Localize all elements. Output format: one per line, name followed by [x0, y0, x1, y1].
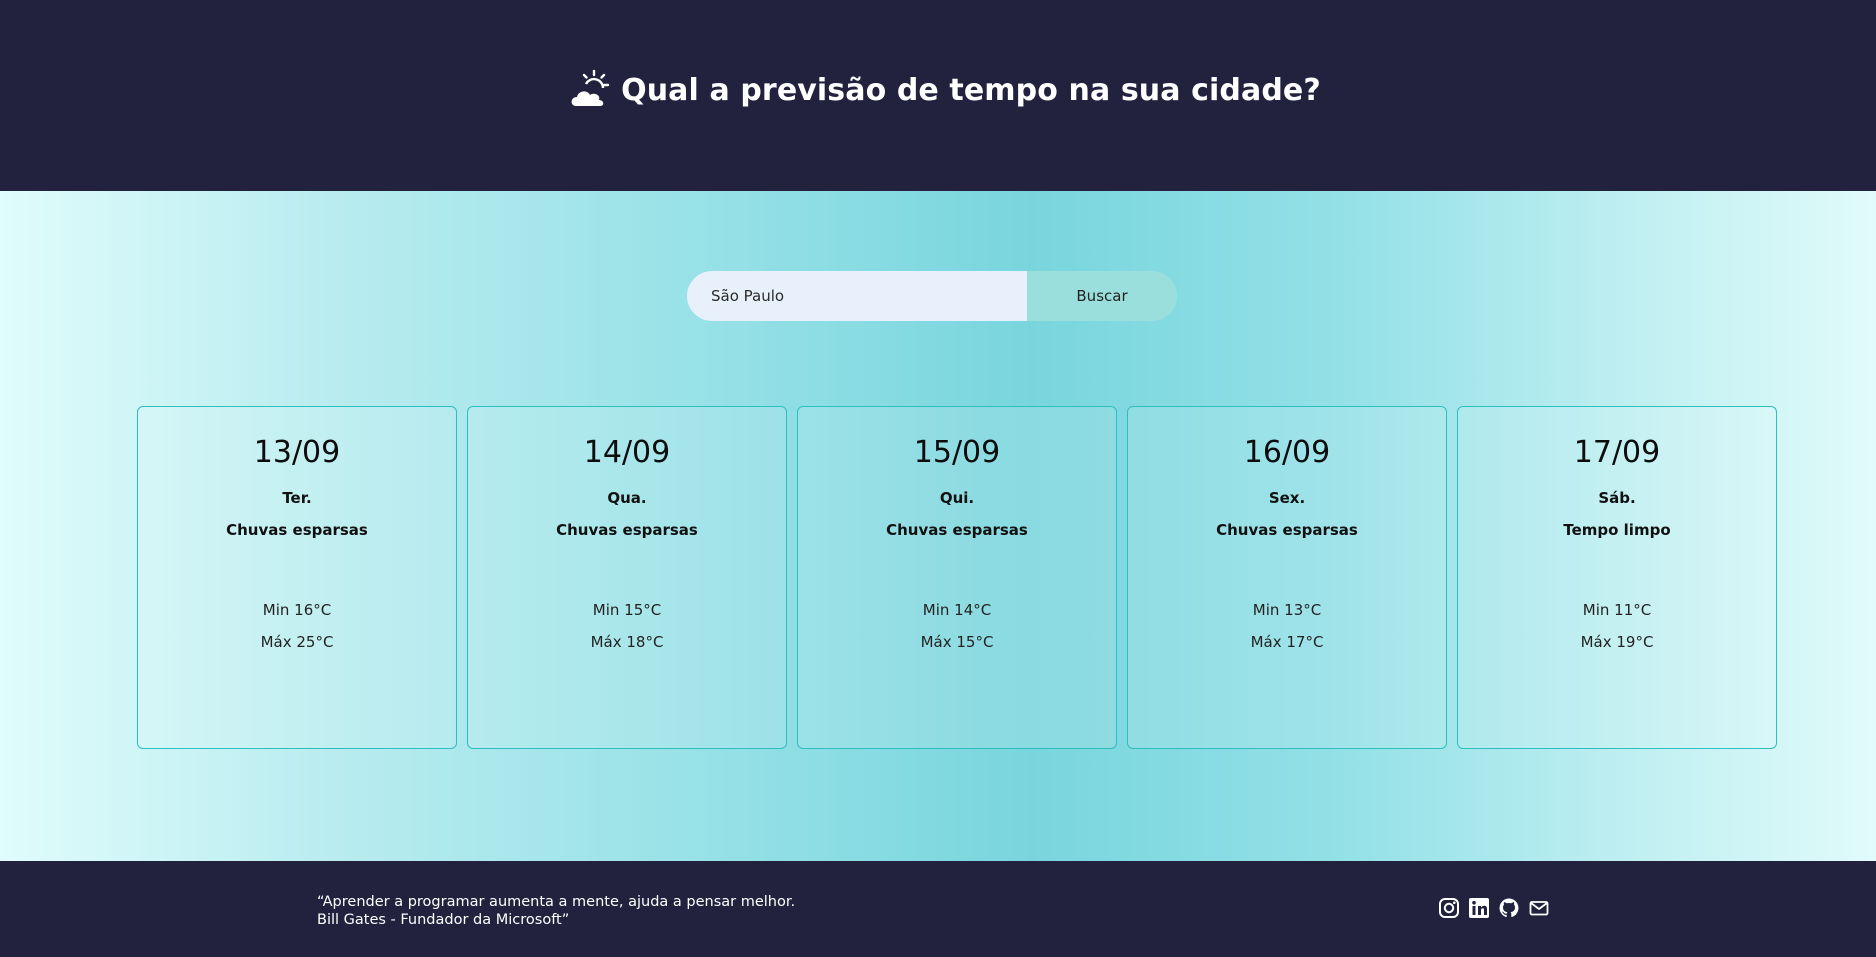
forecast-max-temp: Máx 15°C [920, 633, 994, 651]
forecast-max-temp: Máx 19°C [1580, 633, 1654, 651]
footer: “Aprender a programar aumenta a mente, a… [0, 861, 1876, 957]
forecast-min-temp: Min 11°C [1582, 601, 1652, 619]
forecast-max-temp: Máx 18°C [590, 633, 664, 651]
forecast-min-temp: Min 14°C [922, 601, 992, 619]
social-links [1438, 897, 1550, 919]
search-button[interactable]: Buscar [1027, 271, 1177, 321]
forecast-min-temp: Min 13°C [1252, 601, 1322, 619]
forecast-weekday: Ter. [282, 489, 312, 507]
forecast-date: 16/09 [1243, 435, 1331, 470]
search-bar: Buscar [687, 271, 1177, 321]
forecast-max-temp: Máx 25°C [260, 633, 334, 651]
footer-quote: “Aprender a programar aumenta a mente, a… [317, 893, 795, 929]
partly-cloudy-sun-icon [567, 68, 611, 112]
forecast-date: 14/09 [583, 435, 671, 470]
linkedin-icon[interactable] [1468, 897, 1490, 919]
quote-author: Bill Gates - Fundador da Microsoft” [317, 912, 570, 928]
forecast-card: 15/09 Qui. Chuvas esparsas Min 14°C Máx … [797, 406, 1117, 749]
forecast-card: 16/09 Sex. Chuvas esparsas Min 13°C Máx … [1127, 406, 1447, 749]
forecast-max-temp: Máx 17°C [1250, 633, 1324, 651]
forecast-card: 17/09 Sáb. Tempo limpo Min 11°C Máx 19°C [1457, 406, 1777, 749]
quote-line: “Aprender a programar aumenta a mente, a… [317, 894, 796, 910]
forecast-weekday: Qui. [939, 489, 975, 507]
forecast-description: Chuvas esparsas [886, 521, 1028, 539]
mail-icon[interactable] [1528, 897, 1550, 919]
instagram-icon[interactable] [1438, 897, 1460, 919]
forecast-min-temp: Min 16°C [262, 601, 332, 619]
forecast-card: 13/09 Ter. Chuvas esparsas Min 16°C Máx … [137, 406, 457, 749]
forecast-description: Tempo limpo [1563, 521, 1671, 539]
city-search-input[interactable] [687, 271, 1027, 321]
forecast-min-temp: Min 15°C [592, 601, 662, 619]
forecast-card: 14/09 Qua. Chuvas esparsas Min 15°C Máx … [467, 406, 787, 749]
forecast-date: 17/09 [1573, 435, 1661, 470]
forecast-date: 15/09 [913, 435, 1001, 470]
page-title: Qual a previsão de tempo na sua cidade? [621, 72, 1321, 108]
forecast-cards: 13/09 Ter. Chuvas esparsas Min 16°C Máx … [137, 406, 1777, 749]
forecast-weekday: Sáb. [1598, 489, 1636, 507]
main-section: Buscar 13/09 Ter. Chuvas esparsas Min 16… [0, 191, 1876, 861]
forecast-description: Chuvas esparsas [226, 521, 368, 539]
forecast-description: Chuvas esparsas [556, 521, 698, 539]
forecast-description: Chuvas esparsas [1216, 521, 1358, 539]
forecast-date: 13/09 [253, 435, 341, 470]
header: Qual a previsão de tempo na sua cidade? [0, 0, 1876, 191]
forecast-weekday: Qua. [607, 489, 647, 507]
title-wrap: Qual a previsão de tempo na sua cidade? [567, 68, 1321, 112]
github-icon[interactable] [1498, 897, 1520, 919]
forecast-weekday: Sex. [1268, 489, 1306, 507]
